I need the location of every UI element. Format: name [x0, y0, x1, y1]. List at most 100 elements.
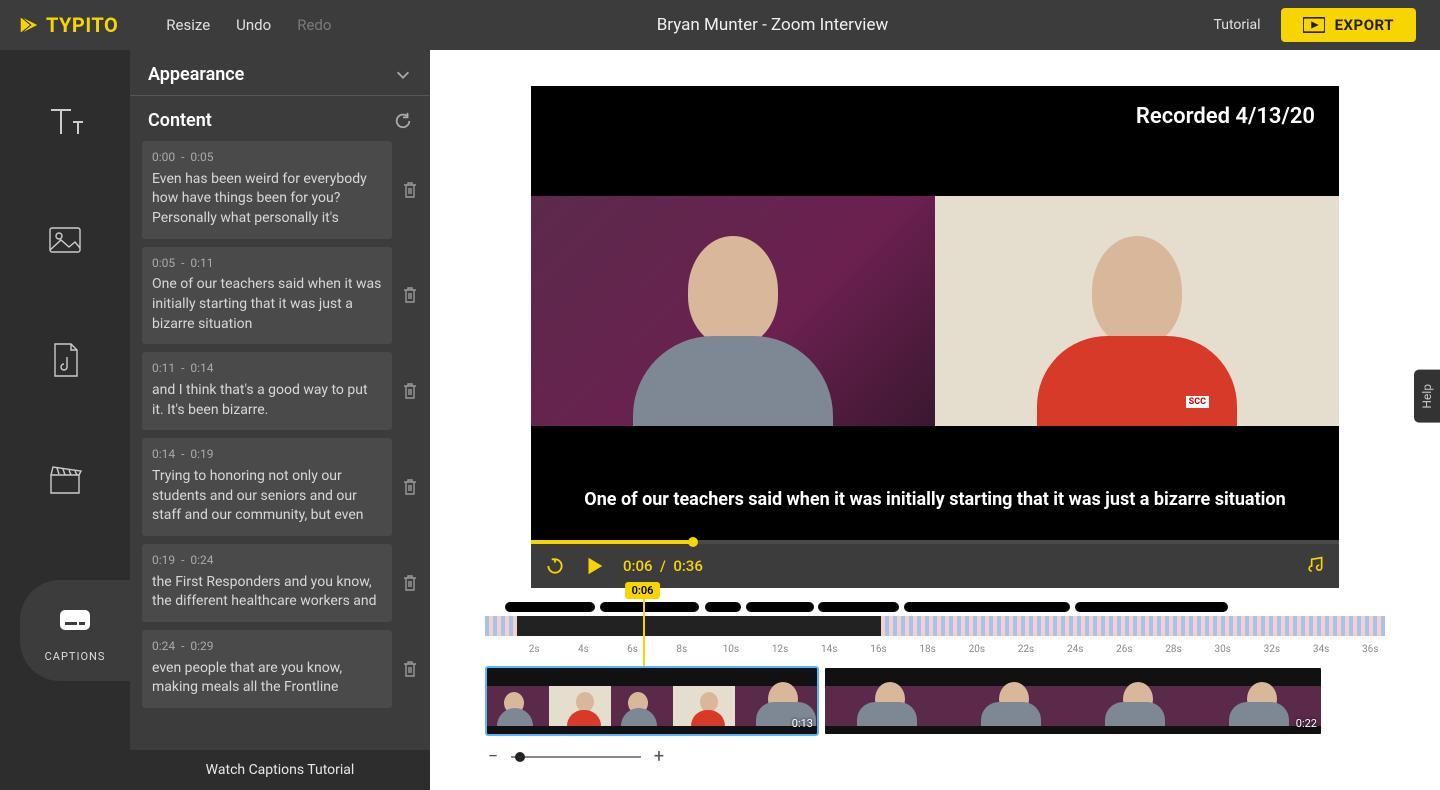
caption-times: 0:11 - 0:14: [152, 360, 382, 377]
progress-track[interactable]: [531, 540, 1339, 544]
timeline-caption-bar[interactable]: [705, 602, 741, 612]
zoom-in-button[interactable]: +: [651, 746, 667, 767]
content-section[interactable]: Content: [130, 96, 430, 141]
video-frame[interactable]: Recorded 4/13/20 SCC: [531, 86, 1339, 540]
timeline-tracks: [485, 602, 1385, 642]
text-icon: [45, 100, 85, 140]
tutorial-link[interactable]: Tutorial: [1214, 17, 1261, 33]
iconbar-video[interactable]: [0, 460, 130, 500]
ruler-tick: 14s: [821, 644, 837, 655]
ruler-tick: 6s: [627, 644, 638, 655]
trash-icon: [402, 478, 418, 496]
caption-list[interactable]: 0:00 - 0:05 Even has been weird for every…: [130, 141, 430, 750]
timeline-clip[interactable]: 0:13: [485, 666, 819, 736]
caption-card[interactable]: 0:24 - 0:29even people that are you know…: [142, 630, 392, 708]
iconbar-text[interactable]: [0, 100, 130, 140]
iconbar-audio[interactable]: [0, 340, 130, 380]
timeline-thumb: [949, 668, 1073, 734]
playhead-flag: 0:06: [625, 582, 661, 599]
video-split: SCC: [531, 196, 1339, 426]
caption-delete-button[interactable]: [398, 660, 422, 678]
trash-icon: [402, 286, 418, 304]
captions-panel: Appearance Content 0:00 - 0:05 Even has b…: [130, 50, 430, 790]
appearance-section[interactable]: Appearance: [130, 50, 430, 96]
clapper-icon: [45, 460, 85, 500]
timeline-caption-bar[interactable]: [600, 602, 699, 612]
clip-end-time: 0:13: [792, 717, 813, 730]
topbar: TYPITO Resize Undo Redo Bryan Munter - Z…: [0, 0, 1440, 50]
redo-button[interactable]: Redo: [297, 16, 331, 34]
progress-knob[interactable]: [688, 537, 698, 547]
caption-row: 0:00 - 0:05 Even has been weird for every…: [142, 141, 422, 239]
timeline[interactable]: 2s4s6s8s10s12s14s16s18s20s22s24s26s28s30…: [485, 602, 1385, 767]
timeline-caption-bar[interactable]: [1075, 602, 1228, 612]
music-button[interactable]: [1305, 556, 1325, 576]
audio-file-icon: [45, 340, 85, 380]
timeline-caption-bar[interactable]: [746, 602, 814, 612]
topbar-right: Tutorial EXPORT: [1214, 8, 1440, 42]
thumb-track[interactable]: 0:13 0:22: [485, 666, 1385, 736]
top-actions: Resize Undo Redo: [166, 16, 331, 34]
caption-card[interactable]: 0:19 - 0:24the First Responders and you …: [142, 544, 392, 622]
caption-text: Trying to honoring not only our students…: [152, 467, 382, 526]
timeline-caption-bar[interactable]: [818, 602, 899, 612]
caption-row: 0:24 - 0:29even people that are you know…: [142, 630, 422, 708]
ruler-tick: 10s: [723, 644, 739, 655]
ruler-tick: 16s: [870, 644, 886, 655]
caption-text: the First Responders and you know, the d…: [152, 573, 382, 612]
ruler-tick: 26s: [1116, 644, 1132, 655]
caption-card[interactable]: 0:05 - 0:11One of our teachers said when…: [142, 247, 392, 345]
trash-icon: [402, 574, 418, 592]
timeline-caption-bar[interactable]: [505, 602, 595, 612]
caption-times: 0:00 - 0:05: [152, 149, 382, 166]
timeline-thumb: [487, 668, 611, 734]
refresh-icon[interactable]: [394, 112, 412, 130]
iconbar-image[interactable]: [0, 220, 130, 260]
ruler-tick: 24s: [1067, 644, 1083, 655]
timeline-clip[interactable]: 0:22: [823, 666, 1323, 736]
timeline-caption-bar[interactable]: [904, 602, 1071, 612]
logo[interactable]: TYPITO: [0, 13, 136, 37]
caption-card[interactable]: 0:14 - 0:19Trying to honoring not only o…: [142, 438, 392, 536]
caption-card[interactable]: 0:11 - 0:14and I think that's a good way…: [142, 352, 392, 430]
export-button[interactable]: EXPORT: [1281, 8, 1416, 42]
resize-button[interactable]: Resize: [166, 16, 210, 34]
current-time: 0:06: [623, 557, 653, 575]
play-button[interactable]: [583, 555, 605, 577]
captions-icon: [55, 600, 95, 640]
iconbar-captions[interactable]: CAPTIONS: [20, 580, 130, 681]
caption-row: 0:14 - 0:19Trying to honoring not only o…: [142, 438, 422, 536]
zoom-out-button[interactable]: −: [485, 746, 501, 767]
ruler-tick: 20s: [969, 644, 985, 655]
zoom-knob[interactable]: [515, 752, 525, 762]
caption-overlay: One of our teachers said when it was ini…: [531, 489, 1339, 510]
caption-card[interactable]: 0:00 - 0:05 Even has been weird for every…: [142, 141, 392, 239]
iconbar: CAPTIONS: [0, 50, 130, 790]
watch-captions-tutorial[interactable]: Watch Captions Tutorial: [130, 750, 430, 790]
caption-delete-button[interactable]: [398, 478, 422, 496]
undo-button[interactable]: Undo: [236, 16, 271, 34]
caption-text: Even has been weird for everybody how ha…: [152, 170, 382, 229]
caption-delete-button[interactable]: [398, 574, 422, 592]
time-display: 0:06 / 0:36: [623, 557, 703, 575]
video-wrap: Recorded 4/13/20 SCC: [531, 86, 1339, 588]
ruler-tick: 2s: [529, 644, 540, 655]
timeline-audio-active: [517, 616, 882, 636]
person-left: [623, 216, 843, 426]
caption-delete-button[interactable]: [398, 181, 422, 199]
zoom-slider[interactable]: [511, 756, 641, 758]
help-tab[interactable]: Help: [1414, 370, 1440, 423]
timeline-thumb: [611, 668, 735, 734]
restart-button[interactable]: [545, 556, 565, 576]
image-icon: [45, 220, 85, 260]
ruler-tick: 18s: [919, 644, 935, 655]
caption-delete-button[interactable]: [398, 286, 422, 304]
ruler-tick: 22s: [1018, 644, 1034, 655]
caption-delete-button[interactable]: [398, 382, 422, 400]
chevron-down-icon: [394, 66, 412, 84]
caption-text: One of our teachers said when it was ini…: [152, 275, 382, 334]
content-label: Content: [148, 110, 212, 131]
project-title[interactable]: Bryan Munter - Zoom Interview: [331, 15, 1213, 35]
iconbar-captions-label: CAPTIONS: [45, 650, 106, 663]
caption-row: 0:11 - 0:14and I think that's a good way…: [142, 352, 422, 430]
